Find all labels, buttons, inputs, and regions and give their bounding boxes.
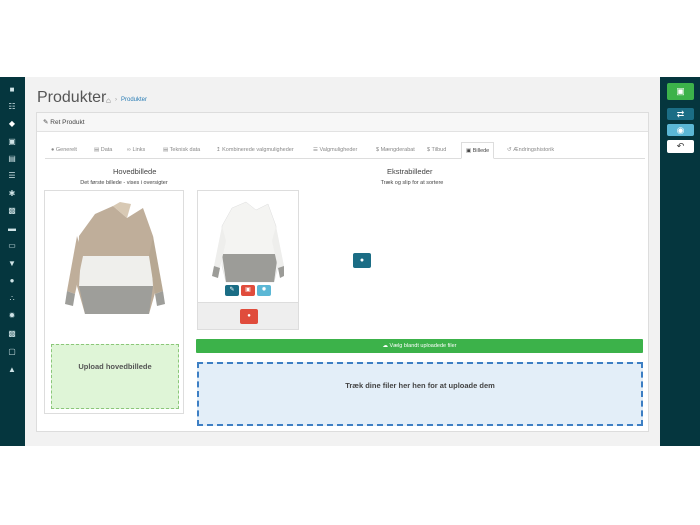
chart-icon[interactable]: ▩ [6, 329, 18, 339]
settings-extra-image-button[interactable]: ✹ [257, 285, 271, 296]
card-icon[interactable]: ▬ [6, 224, 18, 234]
file-dropzone[interactable]: Træk dine filer her hen for at uploade d… [197, 362, 643, 426]
select-uploaded-files-button[interactable]: ☁ Vælg blandt uploadede filer [196, 339, 643, 353]
image-remove-icon: ▣ [245, 287, 251, 293]
page-title: Produkter [37, 89, 107, 106]
desktop-icon[interactable]: ▭ [6, 241, 18, 251]
back-button[interactable]: ↶ [667, 140, 694, 153]
save-icon: ▣ [676, 86, 685, 96]
plus-circle-icon: ● [359, 257, 365, 264]
tag-icon[interactable]: ◆ [6, 119, 18, 129]
extra-images-subtitle: Træk og slip for at sortere [380, 180, 444, 186]
minus-circle-icon: ● [247, 313, 251, 319]
user-icon[interactable]: ● [6, 276, 18, 286]
tab-tilbud[interactable]: $ Tilbud [427, 142, 446, 159]
hdd-icon[interactable]: ▢ [6, 347, 18, 357]
home-icon[interactable]: ⌂ [106, 96, 111, 105]
tab-teknisk-data[interactable]: ▤ Teknisk data [163, 142, 200, 159]
breadcrumb-separator: › [115, 97, 117, 103]
cart-icon[interactable]: ▼ [6, 259, 18, 269]
tab-kombinerede[interactable]: ↥ Kombinerede valgmuligheder [216, 142, 294, 159]
edit-product-card: ✎ Ret Produkt ● Generelt ▤ Data ∞ Links … [36, 112, 649, 432]
tab-bar: ● Generelt ▤ Data ∞ Links ▤ Teknisk data… [45, 142, 645, 159]
tab-billede[interactable]: ▣ Billede [461, 142, 495, 159]
main-image-panel: ✎ ▣ Upload hovedbillede [44, 190, 184, 414]
extra-image-footer: ● [198, 302, 298, 329]
save-button[interactable]: ▣ [667, 83, 694, 100]
upload-main-image-zone[interactable]: Upload hovedbillede [51, 344, 179, 409]
extra-product-image [212, 201, 284, 283]
box-icon[interactable]: ▣ [6, 137, 18, 147]
main-product-image [65, 202, 165, 314]
pencil-icon: ✎ [229, 287, 235, 293]
switch-button[interactable]: ⇄ [667, 108, 694, 120]
gear-icon[interactable]: ✹ [6, 311, 18, 321]
tab-maengderabat[interactable]: $ Mængderabat [376, 142, 415, 159]
cloud-icon: ☁ [382, 343, 389, 349]
tab-valgmuligheder[interactable]: ☰ Valgmuligheder [313, 142, 357, 159]
extra-image-panel[interactable]: ✎ ▣ ✹ ● [197, 190, 299, 330]
puzzle-icon[interactable]: ✱ [6, 189, 18, 199]
main-image-subtitle: Det første billede - vises i oversigter [80, 180, 168, 186]
undo-icon: ↶ [676, 141, 685, 151]
main-image-heading: Hovedbillede [113, 167, 157, 176]
preview-button[interactable]: ◉ [667, 124, 694, 136]
tab-aendringshistorik[interactable]: ↺ Ændringshistorik [507, 142, 554, 159]
share-icon[interactable]: ∴ [6, 294, 18, 304]
app-stage: ■ ☷ ◆ ▣ ▤ ☰ ✱ ▩ ▬ ▭ ▼ ● ∴ ✹ ▩ ▢ ▲ ▣ ⇄ ◉ … [0, 77, 700, 446]
eye-icon: ◉ [676, 125, 685, 135]
edit-extra-image-button[interactable]: ✎ [225, 285, 239, 296]
card-header: ✎ Ret Produkt [37, 113, 648, 132]
breadcrumb-link[interactable]: Produkter [121, 97, 147, 103]
left-sidebar: ■ ☷ ◆ ▣ ▤ ☰ ✱ ▩ ▬ ▭ ▼ ● ∴ ✹ ▩ ▢ ▲ [0, 77, 25, 446]
images-icon[interactable]: ▩ [6, 206, 18, 216]
card-title: Ret Produkt [50, 119, 85, 126]
inbox-icon[interactable]: ▤ [6, 154, 18, 164]
extra-images-heading: Ekstrabilleder [387, 167, 433, 176]
tab-generelt[interactable]: ● Generelt [51, 142, 77, 159]
gear-icon: ✹ [261, 287, 267, 293]
dashboard-icon[interactable]: ■ [6, 85, 18, 95]
list-icon[interactable]: ☰ [6, 171, 18, 181]
pencil-icon: ✎ [43, 119, 49, 126]
add-extra-image-button[interactable]: ● [353, 253, 371, 268]
tab-data[interactable]: ▤ Data [94, 142, 112, 159]
tab-links[interactable]: ∞ Links [127, 142, 145, 159]
right-action-bar: ▣ ⇄ ◉ ↶ [660, 77, 700, 446]
delete-extra-image-button[interactable]: ● [240, 309, 258, 324]
remove-extra-image-button[interactable]: ▣ [241, 285, 255, 296]
exchange-icon: ⇄ [676, 109, 685, 119]
upload-icon[interactable]: ▲ [6, 365, 18, 375]
sitemap-icon[interactable]: ☷ [6, 102, 18, 112]
